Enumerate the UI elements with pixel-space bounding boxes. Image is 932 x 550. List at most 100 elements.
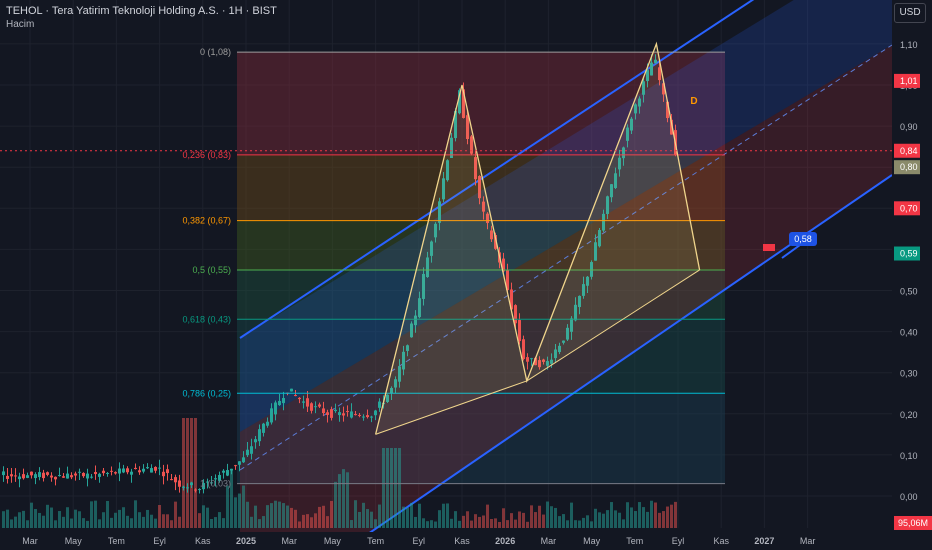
- candle-body: [262, 423, 265, 433]
- candle-body: [174, 477, 177, 483]
- candle-body: [330, 409, 333, 418]
- fib-label: 0,5 (0,55): [192, 265, 231, 275]
- price-axis[interactable]: 1,101,000,900,800,700,600,500,400,300,20…: [892, 0, 932, 550]
- candle-body: [110, 470, 113, 472]
- volume-bar: [542, 514, 545, 528]
- volume-bar: [246, 501, 249, 528]
- candle-body: [322, 408, 325, 414]
- volume-bar: [174, 501, 177, 528]
- volume-bar: [610, 502, 613, 528]
- candle-body: [238, 461, 241, 465]
- candle-body: [166, 469, 169, 474]
- fib-label: 0,236 (0,83): [182, 150, 231, 160]
- volume-indicator-label[interactable]: Hacim: [6, 19, 34, 30]
- volume-bar: [546, 501, 549, 528]
- candle-body: [118, 468, 121, 474]
- candle-body: [250, 446, 253, 454]
- price-tick-label: 0,10: [900, 451, 918, 461]
- volume-bar: [254, 505, 257, 528]
- volume-bar: [214, 517, 217, 528]
- fib-label: 0,382 (0,67): [182, 216, 231, 226]
- volume-bar: [282, 503, 285, 528]
- time-tick-label: Tem: [108, 536, 125, 546]
- volume-bar: [510, 513, 513, 528]
- volume-bar: [46, 504, 49, 528]
- target-label: 0,58: [794, 234, 812, 244]
- volume-bar: [182, 418, 185, 528]
- candle-body: [66, 473, 69, 479]
- volume-bar: [302, 514, 305, 528]
- volume-bar: [226, 485, 229, 528]
- candle-body: [86, 473, 89, 479]
- candle-body: [526, 357, 529, 362]
- time-tick-label: Eyl: [413, 536, 426, 546]
- volume-bar: [502, 508, 505, 528]
- volume-bar: [598, 512, 601, 528]
- currency-button[interactable]: USD: [894, 3, 926, 23]
- candle-body: [346, 411, 349, 413]
- volume-bar: [158, 504, 161, 528]
- candle-body: [26, 475, 29, 478]
- volume-bar: [426, 521, 429, 528]
- candle-body: [326, 412, 329, 415]
- volume-bar: [530, 505, 533, 528]
- volume-bar: [186, 418, 189, 528]
- volume-bar: [366, 509, 369, 528]
- candle-body: [162, 471, 165, 477]
- volume-bar: [210, 519, 213, 528]
- chart-title: TEHOL · Tera Yatirim Teknoloji Holding A…: [6, 5, 277, 17]
- volume-bar: [518, 511, 521, 528]
- candle-body: [30, 471, 33, 476]
- candle-body: [246, 449, 249, 456]
- volume-bar: [414, 516, 417, 528]
- time-tick-label: Kas: [713, 536, 729, 546]
- volume-bar: [306, 514, 309, 528]
- volume-bar: [466, 511, 469, 528]
- fib-label: 0,786 (0,25): [182, 388, 231, 398]
- candle-body: [298, 397, 301, 400]
- candle-body: [114, 472, 117, 474]
- volume-bar: [262, 516, 265, 528]
- candle-body: [318, 404, 321, 407]
- flag-icon[interactable]: [763, 244, 775, 251]
- volume-bar: [2, 511, 5, 528]
- volume-bar: [638, 502, 641, 528]
- candle-body: [62, 476, 65, 478]
- volume-bar: [358, 511, 361, 528]
- volume-bar: [382, 448, 385, 528]
- candle-body: [294, 395, 297, 397]
- candle-body: [134, 467, 137, 470]
- candle-body: [94, 471, 97, 475]
- time-tick-label: Mar: [541, 536, 557, 546]
- volume-bar: [14, 516, 17, 528]
- time-tick-label: May: [583, 536, 601, 546]
- candle-body: [198, 489, 201, 491]
- candle-body: [158, 467, 161, 469]
- candle-body: [234, 465, 237, 467]
- time-axis[interactable]: Mar May Tem Eyl Kas 2025 Mar May Tem Eyl Kas 2026 Ma…: [0, 532, 932, 550]
- volume-bar: [490, 518, 493, 528]
- volume-bar: [658, 512, 661, 528]
- candle-body: [90, 476, 93, 478]
- volume-bar: [238, 493, 241, 528]
- candle-body: [22, 474, 25, 479]
- volume-bar: [266, 505, 269, 528]
- volume-bar: [482, 515, 485, 528]
- volume-bar: [538, 505, 541, 528]
- price-tick-label: 0,00: [900, 492, 918, 502]
- volume-bar: [130, 518, 133, 528]
- volume-bar: [606, 510, 609, 528]
- volume-bar: [334, 481, 337, 528]
- price-chart[interactable]: 0 (1,08) 0,236 (0,83) 0,382 (0,67) 0,5 (0,5…: [0, 0, 932, 550]
- volume-bar: [370, 511, 373, 528]
- volume-bar: [394, 448, 397, 528]
- volume-bar: [42, 515, 45, 528]
- volume-bar: [350, 520, 353, 528]
- candle-body: [522, 339, 525, 360]
- time-tick-label: Kas: [454, 536, 470, 546]
- volume-bar: [294, 509, 297, 528]
- candle-body: [378, 401, 381, 408]
- volume-bar: [462, 515, 465, 528]
- volume-bar: [618, 512, 621, 528]
- volume-bar: [6, 509, 9, 528]
